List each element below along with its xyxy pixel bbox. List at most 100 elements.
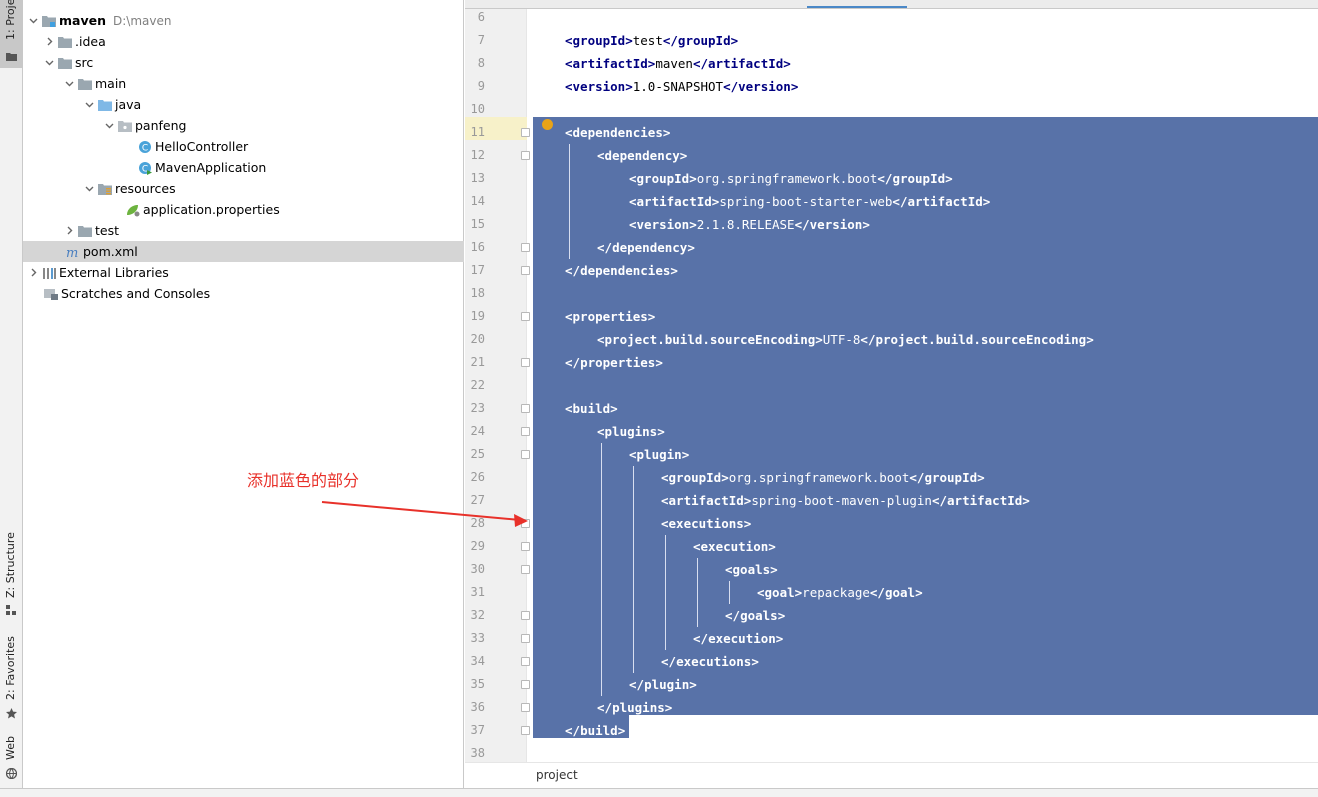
fold-marker-icon[interactable] bbox=[521, 611, 530, 620]
tree-row-pom-xml[interactable]: m pom.xml bbox=[23, 241, 464, 262]
xml-tag: goals bbox=[740, 608, 778, 623]
chevron-down-icon[interactable] bbox=[61, 73, 77, 94]
xml-bracket: > bbox=[783, 56, 791, 71]
chevron-right-icon[interactable] bbox=[25, 262, 41, 283]
fold-marker-icon[interactable] bbox=[521, 680, 530, 689]
code-line[interactable]: </build> bbox=[565, 719, 625, 742]
chevron-down-icon[interactable] bbox=[101, 115, 117, 136]
package-icon bbox=[117, 118, 133, 134]
fold-marker-icon[interactable] bbox=[521, 634, 530, 643]
tree-row-resources[interactable]: resources bbox=[23, 178, 464, 199]
tree-row-src[interactable]: src bbox=[23, 52, 464, 73]
chevron-down-icon[interactable] bbox=[41, 52, 57, 73]
tree-item-label: src bbox=[75, 55, 94, 70]
xml-bracket: < bbox=[725, 562, 733, 577]
code-line[interactable]: </dependency> bbox=[597, 236, 695, 259]
xml-tag: groupId bbox=[677, 33, 731, 48]
tree-row-java[interactable]: java bbox=[23, 94, 464, 115]
xml-bracket: > bbox=[982, 194, 991, 209]
code-line[interactable]: <plugins> bbox=[597, 420, 665, 443]
tree-row-application-properties[interactable]: application.properties bbox=[23, 199, 464, 220]
fold-marker-icon[interactable] bbox=[521, 703, 530, 712]
code-line[interactable]: <properties> bbox=[565, 305, 655, 328]
tree-row-maven-root[interactable]: maven D:\maven bbox=[23, 10, 464, 31]
code-line[interactable]: </plugins> bbox=[597, 696, 672, 719]
code-line[interactable]: <execution> bbox=[693, 535, 776, 558]
fold-marker-icon[interactable] bbox=[521, 427, 530, 436]
fold-marker-icon[interactable] bbox=[521, 450, 530, 459]
structure-icon bbox=[6, 601, 17, 615]
code-line[interactable]: </goals> bbox=[725, 604, 785, 627]
code-line[interactable]: <groupId>org.springframework.boot</group… bbox=[629, 167, 953, 190]
xml-tag: project.build.sourceEncoding bbox=[604, 332, 816, 347]
editor-tab-bar bbox=[465, 0, 1318, 9]
code-editor[interactable]: 6 7 8 9 10 11 12 13 14 15 16 17 18 19 20 21 22 23 24 25 26 27… bbox=[465, 0, 1318, 797]
line-number: 20 bbox=[470, 332, 485, 346]
fold-marker-icon[interactable] bbox=[521, 404, 530, 413]
breadcrumb[interactable]: project bbox=[536, 768, 578, 782]
code-line[interactable]: <goals> bbox=[725, 558, 778, 581]
web-tool-button[interactable]: Web bbox=[0, 730, 23, 780]
code-line[interactable]: <version>2.1.8.RELEASE</version> bbox=[629, 213, 870, 236]
xml-tag: artifactId bbox=[636, 194, 712, 209]
favorites-tool-button[interactable]: 2: Favorites bbox=[0, 632, 23, 720]
xml-tag: executions bbox=[668, 516, 744, 531]
code-line[interactable]: <goal>repackage</goal> bbox=[757, 581, 923, 604]
tree-row-panfeng[interactable]: panfeng bbox=[23, 115, 464, 136]
fold-marker-icon[interactable] bbox=[521, 565, 530, 574]
code-line[interactable]: <version>1.0-SNAPSHOT</version> bbox=[565, 75, 798, 98]
tree-row-external-libraries[interactable]: External Libraries bbox=[23, 262, 464, 283]
code-line[interactable]: <artifactId>spring-boot-starter-web</art… bbox=[629, 190, 990, 213]
tree-row-mavenapplication[interactable]: C MavenApplication bbox=[23, 157, 464, 178]
code-line[interactable]: <groupId>org.springframework.boot</group… bbox=[661, 466, 985, 489]
line-number: 26 bbox=[470, 470, 485, 484]
code-line[interactable]: <dependency> bbox=[597, 144, 687, 167]
fold-marker-icon[interactable] bbox=[521, 657, 530, 666]
fold-marker-icon[interactable] bbox=[521, 726, 530, 735]
library-icon bbox=[41, 265, 57, 281]
tree-row-idea[interactable]: .idea bbox=[23, 31, 464, 52]
chevron-right-icon[interactable] bbox=[41, 31, 57, 52]
chevron-right-icon[interactable] bbox=[61, 220, 77, 241]
fold-marker-icon[interactable] bbox=[521, 128, 530, 137]
fold-marker-icon[interactable] bbox=[521, 243, 530, 252]
intention-bulb-icon[interactable] bbox=[542, 119, 553, 130]
line-number: 33 bbox=[470, 631, 485, 645]
tree-row-main[interactable]: main bbox=[23, 73, 464, 94]
tree-row-hellocontroller[interactable]: C HelloController bbox=[23, 136, 464, 157]
code-line[interactable]: <artifactId>maven</artifactId> bbox=[565, 52, 791, 75]
annotation-text: 添加蓝色的部分 bbox=[247, 471, 360, 490]
code-line[interactable]: </properties> bbox=[565, 351, 663, 374]
tree-row-scratches[interactable]: Scratches and Consoles bbox=[23, 283, 464, 304]
fold-marker-icon[interactable] bbox=[521, 542, 530, 551]
code-line[interactable]: </dependencies> bbox=[565, 259, 678, 282]
fold-marker-icon[interactable] bbox=[521, 358, 530, 367]
tree-row-test[interactable]: test bbox=[23, 220, 464, 241]
fold-marker-icon[interactable] bbox=[521, 151, 530, 160]
code-line[interactable]: <plugin> bbox=[629, 443, 689, 466]
xml-bracket: < bbox=[565, 125, 573, 140]
chevron-down-icon[interactable] bbox=[25, 10, 41, 31]
project-tool-button[interactable]: 1: Project bbox=[0, 0, 23, 68]
chevron-down-icon[interactable] bbox=[81, 94, 97, 115]
xml-bracket: < bbox=[693, 539, 701, 554]
structure-tool-button[interactable]: Z: Structure bbox=[0, 532, 23, 615]
code-line[interactable]: </execution> bbox=[693, 627, 783, 650]
chevron-down-icon[interactable] bbox=[81, 178, 97, 199]
code-line[interactable]: <build> bbox=[565, 397, 618, 420]
code-line[interactable]: <project.build.sourceEncoding>UTF-8</pro… bbox=[597, 328, 1094, 351]
code-line[interactable]: </plugin> bbox=[629, 673, 697, 696]
code-line[interactable]: <dependencies> bbox=[565, 121, 670, 144]
fold-marker-icon[interactable] bbox=[521, 519, 530, 528]
fold-marker-icon[interactable] bbox=[521, 312, 530, 321]
xml-bracket: </ bbox=[692, 56, 709, 71]
code-line[interactable]: <groupId>test</groupId> bbox=[565, 29, 738, 52]
line-number: 23 bbox=[470, 401, 485, 415]
fold-marker-icon[interactable] bbox=[521, 266, 530, 275]
code-line[interactable]: </executions> bbox=[661, 650, 759, 673]
code-line[interactable]: <executions> bbox=[661, 512, 751, 535]
xml-value: org.springframework.boot bbox=[728, 470, 910, 485]
code-line[interactable]: <artifactId>spring-boot-maven-plugin</ar… bbox=[661, 489, 1030, 512]
folder-icon bbox=[57, 55, 73, 71]
line-number: 25 bbox=[470, 447, 485, 461]
